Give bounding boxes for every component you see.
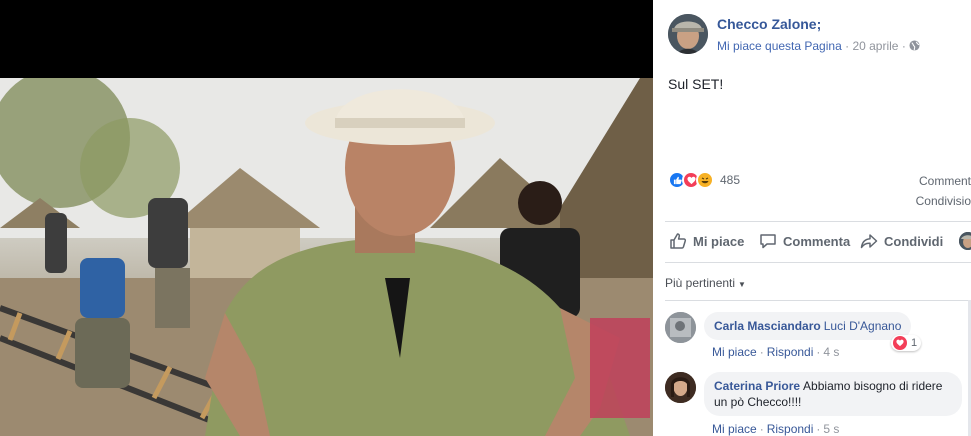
comment-tag[interactable]: Luci D'Agnano xyxy=(824,319,902,333)
globe-icon xyxy=(909,39,920,53)
like-button[interactable]: Mi piace xyxy=(669,232,744,250)
commenter-avatar[interactable] xyxy=(665,312,696,343)
comments-sort-dropdown[interactable]: Più pertinenti ▼ xyxy=(665,276,746,290)
post-text: Sul SET! xyxy=(668,76,724,92)
comment-author[interactable]: Caterina Priore xyxy=(714,379,800,393)
photo-illustration xyxy=(0,78,653,436)
reactions-summary[interactable]: 485 xyxy=(668,170,740,190)
like-page-link[interactable]: Mi piace questa Pagina xyxy=(717,39,842,53)
comment-like-link[interactable]: Mi piace xyxy=(712,345,757,359)
dot-separator: · xyxy=(759,345,764,359)
sort-label: Più pertinenti xyxy=(665,276,736,290)
post-details-panel: Checco Zalone; Mi piace questa Pagina · … xyxy=(653,0,971,436)
post-photo[interactable] xyxy=(0,0,653,436)
dot-separator: · xyxy=(816,422,821,436)
share-button-label: Condividi xyxy=(884,233,944,249)
divider xyxy=(665,300,971,301)
caret-down-icon: ▼ xyxy=(738,280,746,289)
page-avatar[interactable] xyxy=(668,14,708,54)
comment-reaction-badge[interactable]: 1 xyxy=(891,335,922,351)
dot-separator: · xyxy=(816,345,821,359)
comment-reply-link[interactable]: Rispondi xyxy=(767,345,814,359)
comment-author[interactable]: Carla Masciandaro xyxy=(714,319,821,333)
post-meta: Mi piace questa Pagina · 20 aprile · xyxy=(717,39,920,53)
comment-bubble: Carla Masciandaro Luci D'Agnano xyxy=(704,312,912,340)
shares-count-link[interactable]: Condivisio xyxy=(916,194,971,208)
comments-count-link[interactable]: Comment xyxy=(919,174,971,188)
comment-button-label: Commenta xyxy=(783,233,851,249)
comment-bubble: Caterina Priore Abbiamo bisogno di ridere… xyxy=(704,372,962,416)
meta-separator-2: · xyxy=(901,39,906,53)
post-date[interactable]: 20 aprile xyxy=(852,39,898,53)
comment-button[interactable]: Commenta xyxy=(759,232,850,250)
haha-reaction-icon xyxy=(696,171,714,189)
comment-actions: Mi piace · Rispondi · 5 s xyxy=(712,422,839,436)
share-button[interactable]: Condividi xyxy=(860,232,943,250)
divider xyxy=(665,262,971,263)
commenter-avatar[interactable] xyxy=(665,372,696,403)
post-author-name[interactable]: Checco Zalone; xyxy=(717,16,821,32)
comment-reaction-count: 1 xyxy=(911,337,918,349)
photo-image[interactable] xyxy=(0,78,653,436)
share-icon xyxy=(860,234,878,249)
avatar-image xyxy=(668,14,708,54)
comment-icon xyxy=(760,234,776,249)
comment-actions: Mi piace · Rispondi · 4 s xyxy=(712,345,839,359)
comment-time[interactable]: 4 s xyxy=(823,345,839,359)
meta-separator: · xyxy=(845,39,850,53)
thumbs-up-icon xyxy=(670,233,687,249)
share-as-avatar[interactable] xyxy=(959,232,971,250)
reactions-count[interactable]: 485 xyxy=(720,173,740,187)
comment-time[interactable]: 5 s xyxy=(823,422,839,436)
divider xyxy=(665,221,971,222)
dot-separator: · xyxy=(759,422,764,436)
comment-like-link[interactable]: Mi piace xyxy=(712,422,757,436)
comment-reply-link[interactable]: Rispondi xyxy=(767,422,814,436)
like-button-label: Mi piace xyxy=(693,233,745,249)
love-reaction-icon xyxy=(893,336,907,350)
